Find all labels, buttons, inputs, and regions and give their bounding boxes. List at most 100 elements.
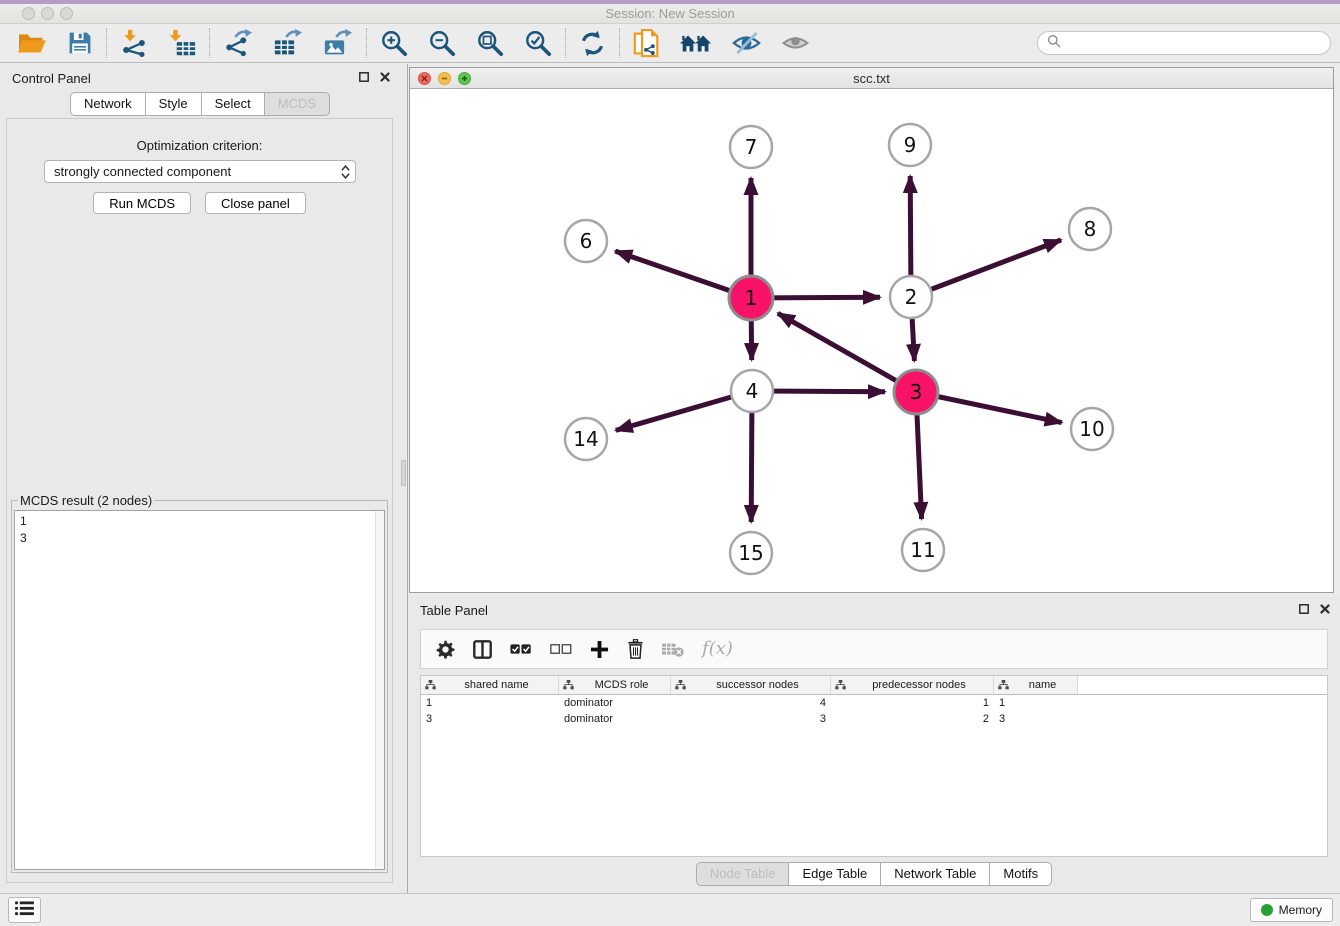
save-icon: [67, 44, 93, 59]
graph-node-6[interactable]: 6: [565, 220, 607, 262]
tab-select[interactable]: Select: [202, 92, 265, 116]
graph-node-4[interactable]: 4: [731, 370, 773, 412]
optimization-criterion-select[interactable]: strongly connected component: [44, 160, 356, 183]
zoom-in-button[interactable]: [380, 29, 408, 57]
graph-node-9[interactable]: 9: [889, 124, 931, 166]
zoom-selected-icon: [524, 45, 552, 60]
export-table-button[interactable]: [273, 29, 303, 57]
table-settings-button[interactable]: [436, 640, 455, 659]
tab-motifs[interactable]: Motifs: [990, 862, 1052, 886]
network-window-titlebar[interactable]: scc.txt: [410, 68, 1333, 89]
table-panel: Table Panel f(x) shared nameMCDS rolesuc…: [408, 596, 1340, 893]
column-header-MCDS-role[interactable]: MCDS role: [559, 676, 671, 694]
tab-node-table[interactable]: Node Table: [696, 862, 790, 886]
refresh-view-button[interactable]: [579, 30, 606, 57]
svg-text:8: 8: [1084, 217, 1097, 241]
float-panel-icon[interactable]: [359, 72, 369, 82]
zoom-out-icon: [428, 45, 456, 60]
zoom-fit-icon: [476, 45, 504, 60]
trash-icon: [627, 647, 644, 662]
table-row[interactable]: 1dominator411: [421, 695, 1327, 711]
column-header-successor-nodes[interactable]: successor nodes: [671, 676, 831, 694]
zoom-selected-button[interactable]: [524, 29, 552, 57]
show-panels-button[interactable]: [8, 897, 41, 923]
zoom-fit-button[interactable]: [476, 29, 504, 57]
import-table-button[interactable]: [168, 29, 196, 57]
first-neighbors-button[interactable]: [680, 31, 712, 56]
graph-node-14[interactable]: 14: [565, 418, 607, 460]
graph-node-1[interactable]: 1: [729, 276, 773, 320]
edge-2-8: [911, 240, 1061, 297]
graph-node-11[interactable]: 11: [902, 529, 944, 571]
show-column-button[interactable]: [473, 640, 492, 659]
close-panel-icon[interactable]: [1320, 604, 1330, 614]
table-tabs: Node TableEdge TableNetwork TableMotifs: [696, 862, 1052, 886]
export-image-button[interactable]: [323, 29, 353, 57]
node-table: shared nameMCDS rolesuccessor nodesprede…: [420, 675, 1328, 857]
tab-style[interactable]: Style: [146, 92, 202, 116]
run-mcds-button[interactable]: Run MCDS: [93, 192, 191, 214]
tab-network-table[interactable]: Network Table: [881, 862, 990, 886]
unselect-all-columns-button[interactable]: [550, 642, 572, 656]
column-header-predecessor-nodes[interactable]: predecessor nodes: [831, 676, 994, 694]
vertical-splitter[interactable]: [400, 64, 408, 893]
export-network-button[interactable]: [223, 29, 253, 57]
search-field[interactable]: [1037, 31, 1331, 55]
network-window-title: scc.txt: [410, 71, 1333, 86]
list-icon: [15, 901, 34, 919]
graph-node-2[interactable]: 2: [890, 276, 932, 318]
deselect-all-icon: [550, 644, 572, 659]
save-session-button[interactable]: [67, 30, 93, 56]
table-panel-header: Table Panel: [408, 596, 1340, 624]
close-panel-icon[interactable]: [380, 72, 390, 82]
table-cell: 3: [994, 711, 1078, 727]
float-panel-icon[interactable]: [1299, 604, 1309, 614]
splitter-grip[interactable]: [401, 460, 406, 486]
columns-icon: [473, 647, 492, 662]
tree-icon: [835, 680, 846, 690]
hide-panels-button[interactable]: [732, 30, 761, 56]
graph-node-15[interactable]: 15: [730, 532, 772, 574]
table-header-row: shared nameMCDS rolesuccessor nodesprede…: [421, 676, 1327, 695]
result-scrollbar[interactable]: [375, 511, 384, 869]
show-graphics-details-button[interactable]: [781, 31, 810, 55]
column-header-name[interactable]: name: [994, 676, 1078, 694]
plus-icon: [590, 647, 609, 662]
graph-node-8[interactable]: 8: [1069, 208, 1111, 250]
search-icon: [1047, 34, 1062, 52]
select-all-columns-button[interactable]: [510, 642, 532, 656]
graph-node-10[interactable]: 10: [1071, 408, 1113, 450]
network-canvas[interactable]: 7 9 6 8 1 2 4 3 14 10 15 11: [410, 89, 1333, 592]
import-network-button[interactable]: [120, 29, 148, 57]
open-session-button[interactable]: [17, 30, 47, 56]
edge-3-1: [778, 313, 916, 392]
table-toolbar: f(x): [420, 629, 1328, 669]
memory-button[interactable]: Memory: [1250, 898, 1333, 922]
right-area: scc.txt 7 9 6 8 1 2 4 3 14 10 15 11 Table Panel f(x…: [408, 64, 1340, 893]
svg-text:3: 3: [910, 380, 923, 404]
create-column-button[interactable]: [590, 640, 609, 659]
export-image-icon: [323, 45, 353, 60]
tab-mcds[interactable]: MCDS: [265, 92, 330, 116]
table-row[interactable]: 3dominator323: [421, 711, 1327, 727]
control-panel: Control Panel NetworkStyleSelectMCDS Opt…: [0, 64, 400, 893]
copy-network-view-button[interactable]: [633, 29, 660, 58]
folder-open-icon: [17, 44, 47, 59]
table-cell: 1: [421, 695, 559, 711]
graph-node-3[interactable]: 3: [894, 370, 938, 414]
zoom-out-button[interactable]: [428, 29, 456, 57]
delete-columns-button[interactable]: [627, 639, 644, 659]
graph-node-7[interactable]: 7: [730, 126, 772, 168]
svg-text:15: 15: [738, 541, 763, 565]
svg-text:11: 11: [910, 538, 935, 562]
toolbar-group: [566, 28, 620, 58]
tab-edge-table[interactable]: Edge Table: [789, 862, 881, 886]
search-input[interactable]: [1066, 36, 1321, 50]
column-header-shared-name[interactable]: shared name: [421, 676, 559, 694]
mcds-result-list[interactable]: 13: [14, 510, 385, 870]
svg-text:7: 7: [745, 135, 758, 159]
copy-network-icon: [633, 46, 660, 61]
toolbar-groups: [0, 28, 823, 58]
close-panel-button[interactable]: Close panel: [205, 192, 306, 214]
tab-network[interactable]: Network: [70, 92, 146, 116]
